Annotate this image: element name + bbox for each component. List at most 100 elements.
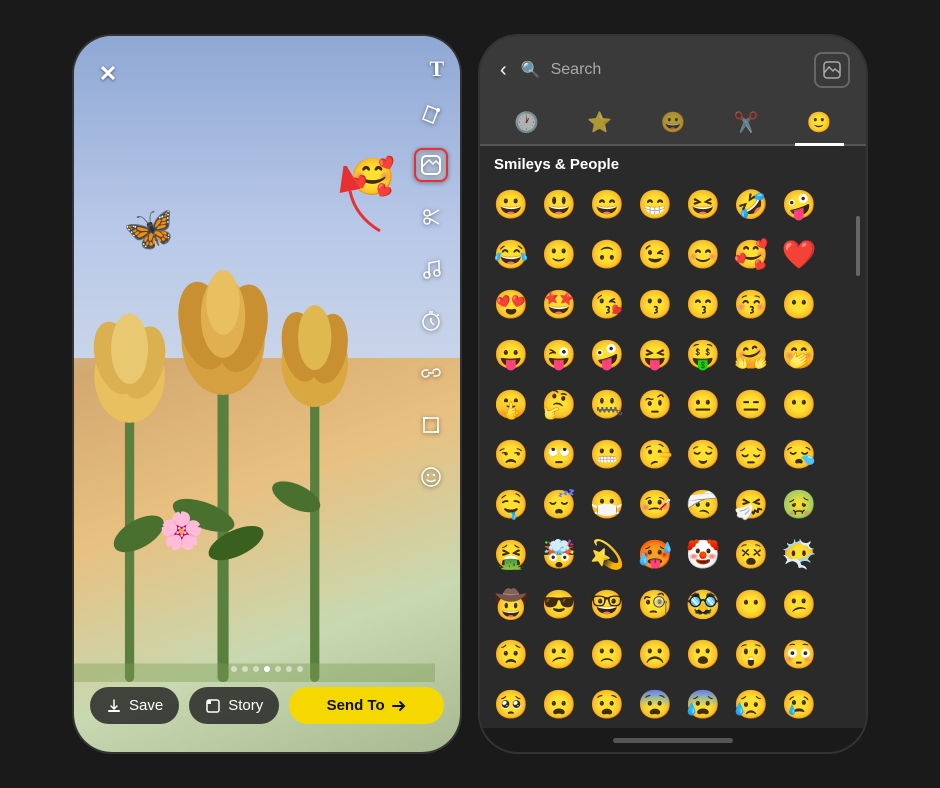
emoji-cell[interactable]: 🤪	[776, 181, 822, 227]
emoji-cell[interactable]: 💫	[584, 531, 630, 577]
emoji-cell[interactable]: 😒	[488, 431, 534, 477]
emoji-cell[interactable]: ☹️	[632, 631, 678, 677]
emoji-cell[interactable]: 😲	[728, 631, 774, 677]
emoji-cell[interactable]: 🤑	[680, 331, 726, 377]
scissors-tab[interactable]: ✂️	[722, 104, 771, 146]
emoji-cell[interactable]: 😚	[728, 281, 774, 327]
emoji-cell[interactable]: 🤤	[488, 481, 534, 527]
emoji-cell[interactable]: 🤥	[632, 431, 678, 477]
emoji-cell[interactable]: 😂	[488, 231, 534, 277]
emoji-cell[interactable]: 🥸	[680, 581, 726, 627]
emoji-tool-button[interactable]	[414, 460, 448, 494]
emoji-cell[interactable]: 🤢	[776, 481, 822, 527]
close-button[interactable]: ✕	[90, 56, 126, 92]
emoji-cell[interactable]: 😰	[680, 681, 726, 727]
emoji-cell[interactable]: 😄	[584, 181, 630, 227]
emoji-cell[interactable]: 😮	[680, 631, 726, 677]
emoji-cell[interactable]: 😶	[728, 581, 774, 627]
emoji-cell[interactable]: 😃	[536, 181, 582, 227]
emoji-cell[interactable]: 😳	[776, 631, 822, 677]
emoji-cell[interactable]: 🤪	[584, 331, 630, 377]
story-button[interactable]: Story	[189, 687, 279, 724]
emoji-cell[interactable]: 🥵	[632, 531, 678, 577]
emoji-cell[interactable]: 🤭	[776, 331, 822, 377]
emoji-cell[interactable]: 🤫	[488, 381, 534, 427]
emoji-cell[interactable]: 😝	[632, 331, 678, 377]
emoji-cell[interactable]: 🤩	[536, 281, 582, 327]
emoji-cell[interactable]: 😟	[488, 631, 534, 677]
emoji-cell[interactable]: 🥰	[728, 231, 774, 277]
emoji-cell[interactable]: 🤓	[584, 581, 630, 627]
sticker-mode-button[interactable]	[814, 52, 850, 88]
sticker-tool-button[interactable]	[414, 148, 448, 182]
emoji-cell[interactable]: 🥺	[488, 681, 534, 727]
emoji-cell[interactable]: 😀	[488, 181, 534, 227]
emoji-cell[interactable]: 😆	[680, 181, 726, 227]
emoji-cell[interactable]: ❤️	[776, 231, 822, 277]
emoji-cell[interactable]: 🤧	[728, 481, 774, 527]
emoji-cell[interactable]: 😕	[536, 631, 582, 677]
draw-tool-button[interactable]	[414, 96, 448, 130]
save-button[interactable]: Save	[90, 687, 179, 724]
snapchat-camera-panel: 🦋 🥰 🌸 ✕ T	[72, 34, 462, 754]
emoji-cell[interactable]: 🤔	[536, 381, 582, 427]
emoji-cell[interactable]: 😪	[776, 431, 822, 477]
emoji-cell[interactable]: 😔	[728, 431, 774, 477]
emoji-cell[interactable]: 😢	[776, 681, 822, 727]
emoji-cell[interactable]: 😴	[536, 481, 582, 527]
text-tool-button[interactable]: T	[429, 56, 444, 82]
emoji-cell[interactable]: 🙄	[536, 431, 582, 477]
link-tool-button[interactable]	[414, 356, 448, 390]
emoji-cell[interactable]: 😙	[680, 281, 726, 327]
emoji-cell[interactable]: 😜	[536, 331, 582, 377]
send-to-button[interactable]: Send To	[289, 687, 444, 724]
emoji-cell[interactable]: 😍	[488, 281, 534, 327]
emoji-cell[interactable]: 🤡	[680, 531, 726, 577]
emoji-cell[interactable]: 😥	[728, 681, 774, 727]
butterfly-sticker[interactable]: 🦋	[120, 202, 180, 259]
favorites-tab[interactable]: ⭐	[575, 104, 624, 146]
emoji-cell[interactable]: 😉	[632, 231, 678, 277]
emoji-cell[interactable]: 🧐	[632, 581, 678, 627]
emoji-cell[interactable]: 😐	[680, 381, 726, 427]
emoji-cell[interactable]: 😗	[632, 281, 678, 327]
scissors-tool-button[interactable]	[414, 200, 448, 234]
emoji-cell[interactable]: 🤕	[680, 481, 726, 527]
emoji-cell[interactable]: 😌	[680, 431, 726, 477]
emoji-cell[interactable]: 😎	[536, 581, 582, 627]
emoji-cell[interactable]: 🤮	[488, 531, 534, 577]
emoji-cell[interactable]: 😶‍🌫️	[776, 531, 822, 577]
smileys-tab[interactable]: 😀	[649, 104, 698, 146]
emoji-cell[interactable]: 😵	[728, 531, 774, 577]
recent-tab[interactable]: 🕐	[502, 104, 551, 146]
emoji-cell[interactable]: 🤨	[632, 381, 678, 427]
emoji-cell[interactable]: 🤠	[488, 581, 534, 627]
music-tool-button[interactable]	[414, 252, 448, 286]
active-smileys-tab[interactable]: 🙂	[795, 104, 844, 146]
emoji-cell[interactable]: 😛	[488, 331, 534, 377]
emoji-cell[interactable]: 🤯	[536, 531, 582, 577]
emoji-cell[interactable]: 😬	[584, 431, 630, 477]
emoji-cell[interactable]: 😕	[776, 581, 822, 627]
emoji-cell[interactable]: 😁	[632, 181, 678, 227]
emoji-cell[interactable]: 😨	[632, 681, 678, 727]
crop-tool-button[interactable]	[414, 408, 448, 442]
timer-tool-button[interactable]	[414, 304, 448, 338]
emoji-cell[interactable]: 😶	[776, 381, 822, 427]
emoji-cell[interactable]: 😦	[536, 681, 582, 727]
emoji-cell[interactable]: 😘	[584, 281, 630, 327]
emoji-cell[interactable]: 😷	[584, 481, 630, 527]
flower-sticker[interactable]: 🌸	[159, 510, 204, 552]
emoji-cell[interactable]: 🤣	[728, 181, 774, 227]
emoji-cell[interactable]: 😶	[776, 281, 822, 327]
emoji-cell[interactable]: 🤐	[584, 381, 630, 427]
emoji-cell[interactable]: 🤗	[728, 331, 774, 377]
emoji-cell[interactable]: 🤒	[632, 481, 678, 527]
emoji-cell[interactable]: 🙁	[584, 631, 630, 677]
emoji-back-button[interactable]: ‹	[496, 55, 511, 86]
emoji-cell[interactable]: 😊	[680, 231, 726, 277]
emoji-cell[interactable]: 😧	[584, 681, 630, 727]
emoji-cell[interactable]: 🙃	[584, 231, 630, 277]
emoji-cell[interactable]: 😑	[728, 381, 774, 427]
emoji-cell[interactable]: 🙂	[536, 231, 582, 277]
